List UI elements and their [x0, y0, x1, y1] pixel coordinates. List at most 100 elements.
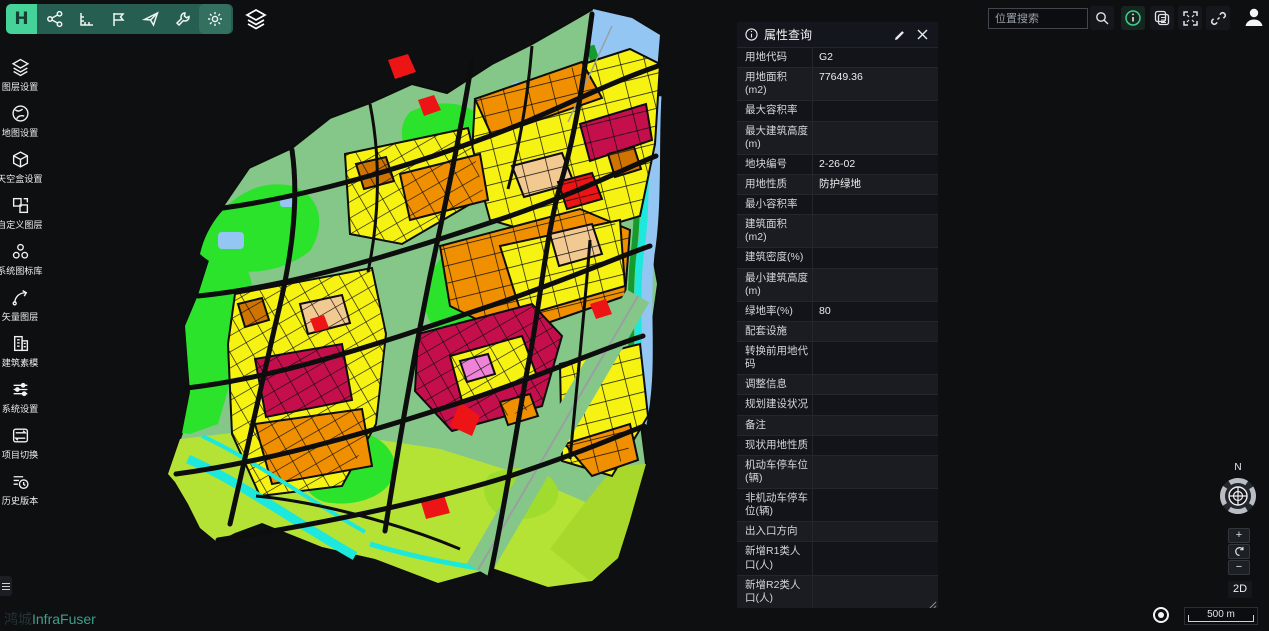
table-row[interactable]: 出入口方向	[737, 522, 938, 542]
edit-button[interactable]	[892, 27, 908, 43]
app-brand: 鸿城InfraFuser	[4, 609, 96, 629]
row-value: 2-26-02	[813, 155, 938, 174]
table-row[interactable]: 配套设施	[737, 322, 938, 342]
table-row[interactable]: 用地性质防护绿地	[737, 175, 938, 195]
collapsed-panel-handle[interactable]	[0, 576, 12, 596]
compass-dial-icon	[1216, 474, 1260, 518]
share-button[interactable]	[39, 4, 71, 34]
row-value	[813, 248, 938, 267]
search-button[interactable]	[1090, 6, 1114, 30]
locate-target-icon	[1152, 606, 1170, 624]
table-row[interactable]: 最大建筑高度(m)	[737, 122, 938, 155]
table-row[interactable]: 转换前用地代码	[737, 342, 938, 375]
zoom-out-button[interactable]: −	[1228, 560, 1250, 575]
table-row[interactable]: 最小建筑高度(m)	[737, 269, 938, 302]
sidebar-item-5[interactable]: 系统图标库	[0, 240, 40, 279]
search-input[interactable]	[995, 13, 1081, 25]
sidebar-item-6[interactable]: 矢量图层	[0, 286, 40, 325]
planning-map[interactable]	[160, 4, 685, 600]
table-row[interactable]: 新增R1类人口(人)	[737, 542, 938, 575]
reset-view-button[interactable]	[1228, 544, 1250, 559]
draw-button[interactable]	[103, 4, 135, 34]
close-icon	[917, 29, 928, 40]
sidebar-item-9[interactable]: 项目切换	[0, 424, 40, 463]
sidebar-item-4[interactable]: 自定义图层	[0, 194, 40, 233]
row-label: 新增R1类人口(人)	[737, 542, 813, 574]
scale-bracket	[1188, 615, 1254, 622]
sidebar-item-label: 建筑素模	[2, 355, 38, 368]
link-icon	[1211, 11, 1226, 26]
left-sidebar: 图层设置地图设置天空盒设置自定义图层系统图标库矢量图层建筑素模系统设置项目切换历…	[0, 56, 40, 509]
sidebar-item-label: 矢量图层	[2, 309, 38, 322]
table-row[interactable]: 绿地率(%)80	[737, 302, 938, 322]
table-row[interactable]: 新增R2类人口(人)	[737, 576, 938, 608]
row-value	[813, 542, 938, 574]
sidebar-item-8[interactable]: 系统设置	[0, 378, 40, 417]
compass[interactable]: N	[1216, 462, 1260, 523]
basemap-switch-button[interactable]	[1150, 6, 1174, 30]
row-value	[813, 342, 938, 374]
row-label: 绿地率(%)	[737, 302, 813, 321]
zoom-in-button[interactable]: +	[1228, 528, 1250, 543]
row-value: 防护绿地	[813, 175, 938, 194]
row-label: 新增R2类人口(人)	[737, 576, 813, 608]
app-logo[interactable]: H	[6, 4, 37, 34]
row-value	[813, 395, 938, 414]
table-row[interactable]: 机动车停车位(辆)	[737, 456, 938, 489]
fullscreen-button[interactable]	[1178, 6, 1202, 30]
building-icon	[11, 334, 30, 353]
row-value	[813, 456, 938, 488]
row-label: 备注	[737, 416, 813, 435]
table-row[interactable]: 最小容积率	[737, 195, 938, 215]
row-value	[813, 122, 938, 154]
row-value	[813, 416, 938, 435]
row-label: 规划建设状况	[737, 395, 813, 414]
panel-resize-handle[interactable]	[927, 597, 937, 607]
sidebar-item-7[interactable]: 建筑素模	[0, 332, 40, 371]
map-canvas[interactable]	[160, 4, 685, 600]
basemap-icon	[1154, 10, 1170, 26]
locate-button[interactable]	[1152, 606, 1170, 624]
info-icon	[745, 28, 758, 41]
sidebar-item-label: 自定义图层	[0, 217, 43, 230]
table-row[interactable]: 最大容积率	[737, 101, 938, 121]
sidebar-item-2[interactable]: 地图设置	[0, 102, 40, 141]
close-button[interactable]	[914, 27, 930, 43]
sidebar-item-label: 项目切换	[2, 447, 38, 460]
table-row[interactable]: 现状用地性质	[737, 436, 938, 456]
table-row[interactable]: 规划建设状况	[737, 395, 938, 415]
project-switch-icon	[11, 426, 30, 445]
table-row[interactable]: 用地面积(m2)77649.36	[737, 68, 938, 101]
map-scale-bar: 500 m	[1184, 607, 1258, 625]
row-label: 用地代码	[737, 48, 813, 67]
sidebar-item-10[interactable]: 历史版本	[0, 470, 40, 509]
brand-cn: 鸿城	[4, 611, 32, 627]
layers-icon	[11, 58, 30, 77]
sidebar-item-label: 系统图标库	[0, 263, 43, 276]
table-row[interactable]: 地块编号2-26-02	[737, 155, 938, 175]
row-value: G2	[813, 48, 938, 67]
brand-en: InfraFuser	[32, 611, 96, 627]
sidebar-item-label: 系统设置	[2, 401, 38, 414]
panel-title: 属性查询	[764, 26, 886, 43]
table-row[interactable]: 调整信息	[737, 375, 938, 395]
user-avatar[interactable]	[1242, 5, 1266, 29]
table-row[interactable]: 用地代码G2	[737, 48, 938, 68]
table-row[interactable]: 备注	[737, 416, 938, 436]
table-row[interactable]: 建筑面积(m2)	[737, 215, 938, 248]
table-row[interactable]: 非机动车停车位(辆)	[737, 489, 938, 522]
table-row[interactable]: 建筑密度(%)	[737, 248, 938, 268]
skybox-icon	[11, 150, 30, 169]
sidebar-item-3[interactable]: 天空盒设置	[0, 148, 40, 187]
measure-button[interactable]	[71, 4, 103, 34]
row-value	[813, 195, 938, 214]
vector-layer-icon	[11, 288, 30, 307]
reset-view-icon	[1234, 546, 1245, 557]
share-link-button[interactable]	[1206, 6, 1230, 30]
sidebar-item-1[interactable]: 图层设置	[0, 56, 40, 95]
mode-2d-button[interactable]: 2D	[1228, 581, 1252, 598]
row-value	[813, 489, 938, 521]
custom-layer-icon	[11, 196, 30, 215]
identify-button[interactable]	[1121, 6, 1145, 30]
row-label: 调整信息	[737, 375, 813, 394]
